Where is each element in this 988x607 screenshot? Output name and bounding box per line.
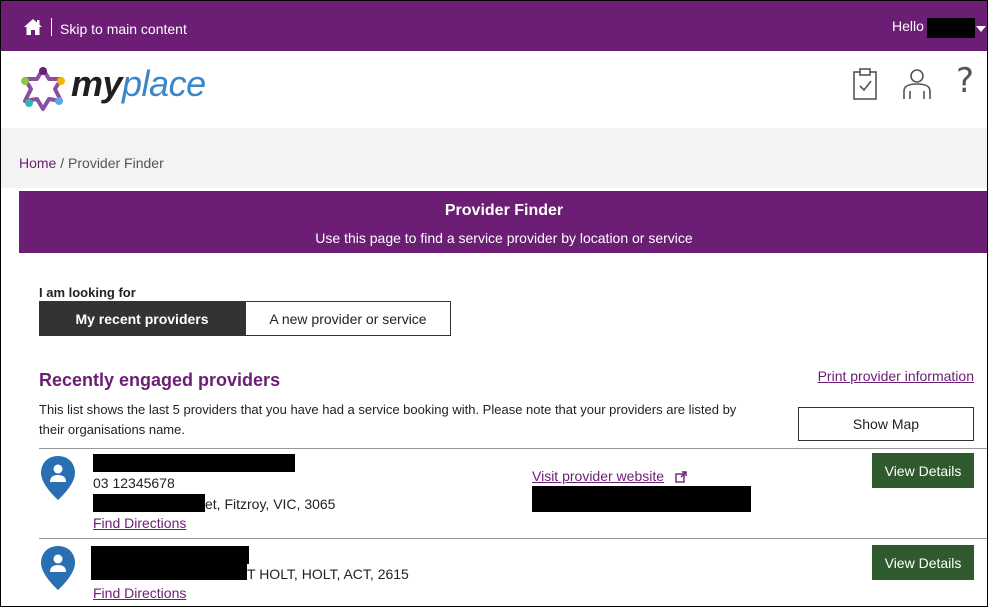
chevron-down-icon[interactable] <box>976 26 986 32</box>
breadcrumb-current: Provider Finder <box>68 155 164 171</box>
provider-phone: 03 12345678 <box>93 475 175 491</box>
page-banner: Provider Finder Use this page to find a … <box>19 191 987 253</box>
find-directions-link[interactable]: Find Directions <box>93 585 186 601</box>
site-header: myplace ? <box>1 51 987 128</box>
toggle-new-provider[interactable]: A new provider or service <box>245 301 451 336</box>
myplace-logo-icon[interactable] <box>19 65 67 113</box>
provider-row: T HOLT, HOLT, ACT, 2615 Find Directions … <box>39 540 987 606</box>
location-pin-icon <box>41 546 75 590</box>
main-content: Provider Finder Use this page to find a … <box>19 188 987 606</box>
topbar-divider <box>51 18 52 36</box>
show-map-button[interactable]: Show Map <box>798 407 974 441</box>
help-icon[interactable]: ? <box>956 61 978 101</box>
top-bar: Skip to main content Hello <box>1 1 987 51</box>
print-provider-info-link[interactable]: Print provider information <box>818 368 974 384</box>
section-description: This list shows the last 5 providers tha… <box>39 402 737 437</box>
redacted-provider-name <box>91 546 249 564</box>
skip-to-main-link[interactable]: Skip to main content <box>60 21 187 37</box>
greeting-label[interactable]: Hello <box>892 18 924 34</box>
redacted-website <box>532 486 751 512</box>
divider <box>39 538 987 539</box>
breadcrumb-area: Home / Provider Finder <box>1 128 987 188</box>
breadcrumb-home-link[interactable]: Home <box>19 155 56 171</box>
redacted-provider-name <box>93 454 295 472</box>
provider-row: 03 12345678 et, Fitzroy, VIC, 3065 Find … <box>39 450 987 538</box>
looking-for-label: I am looking for <box>39 285 136 300</box>
breadcrumb-separator: / <box>60 155 65 171</box>
looking-for-toggle: My recent providers A new provider or se… <box>39 301 451 336</box>
section-title: Recently engaged providers <box>39 370 281 390</box>
view-details-button[interactable]: View Details <box>872 453 974 488</box>
page-frame: Skip to main content Hello myplace ? Hom… <box>0 0 988 607</box>
redacted-address <box>91 564 247 580</box>
myplace-logo-text[interactable]: myplace <box>71 63 206 105</box>
logo-place: place <box>122 63 206 104</box>
page-subtitle: Use this page to find a service provider… <box>315 230 693 246</box>
external-link-icon[interactable] <box>675 471 687 483</box>
page-title: Provider Finder <box>444 202 564 219</box>
provider-address: T HOLT, HOLT, ACT, 2615 <box>247 566 409 582</box>
logo-my: my <box>71 63 123 104</box>
breadcrumb: Home / Provider Finder <box>19 155 164 171</box>
divider <box>39 448 987 449</box>
redacted-address <box>93 494 205 512</box>
location-pin-icon <box>41 456 75 500</box>
view-details-button[interactable]: View Details <box>872 545 974 580</box>
visit-website-link[interactable]: Visit provider website <box>532 468 664 484</box>
toggle-recent-providers[interactable]: My recent providers <box>39 301 245 336</box>
clipboard-icon[interactable] <box>852 67 878 101</box>
find-directions-link[interactable]: Find Directions <box>93 515 186 531</box>
person-icon[interactable] <box>900 67 934 101</box>
provider-address: et, Fitzroy, VIC, 3065 <box>205 496 336 512</box>
home-icon[interactable] <box>23 17 43 37</box>
redacted-username[interactable] <box>927 18 975 38</box>
